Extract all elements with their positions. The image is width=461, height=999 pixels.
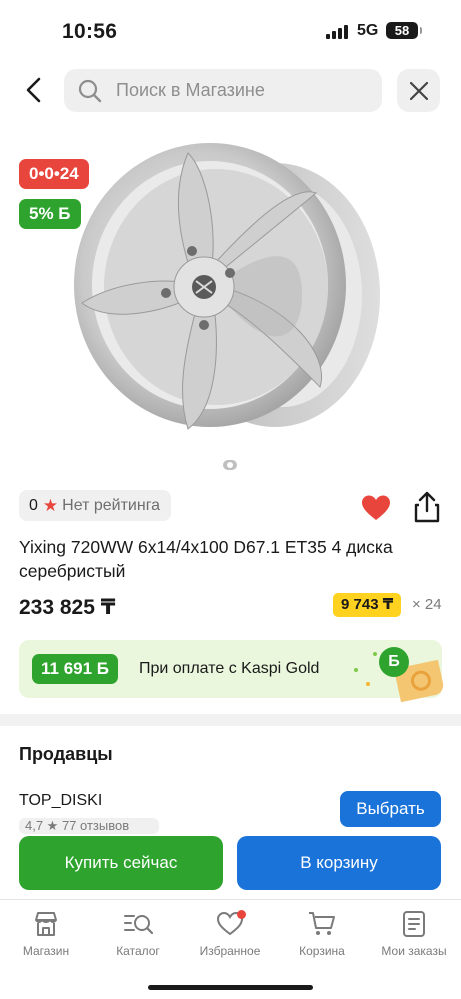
notification-dot xyxy=(237,910,246,919)
nav-item-catalog[interactable]: Каталог xyxy=(92,910,184,958)
search-icon xyxy=(78,79,102,102)
cart-icon xyxy=(309,912,335,935)
battery-icon: 58 xyxy=(386,22,422,39)
signal-icon xyxy=(326,25,348,39)
nav-label: Корзина xyxy=(299,944,345,958)
star-icon: ★ xyxy=(42,495,59,515)
orders-icon xyxy=(403,911,425,937)
store-icon xyxy=(35,912,57,936)
rating-badge[interactable]: 0 ★ Нет рейтинга xyxy=(19,490,172,521)
share-button[interactable] xyxy=(412,491,442,523)
gold-banner-text: При оплате с Kaspi Gold xyxy=(139,660,320,677)
bonus-coin-icon: Б xyxy=(379,647,409,677)
section-divider xyxy=(0,714,461,726)
nav-label: Мои заказы xyxy=(381,944,447,958)
seller-rating: 4,7 ★ 77 отзывов xyxy=(19,818,159,834)
nav-item-favorites[interactable]: Избранное xyxy=(184,910,276,958)
add-to-cart-button[interactable]: В корзину xyxy=(237,836,441,890)
bottom-nav: Магазин Каталог Избранное Корзина Мои за… xyxy=(0,899,461,999)
rating-count: 0 xyxy=(29,496,38,514)
status-time: 10:56 xyxy=(62,20,118,43)
search-placeholder: Поиск в Магазине xyxy=(116,80,265,100)
sellers-heading: Продавцы xyxy=(19,744,113,764)
favorite-button[interactable] xyxy=(361,494,391,522)
nav-item-cart[interactable]: Корзина xyxy=(276,910,368,958)
close-button[interactable] xyxy=(397,69,440,112)
heart-icon xyxy=(362,495,390,520)
nav-item-orders[interactable]: Мои заказы xyxy=(368,910,460,958)
home-indicator[interactable] xyxy=(148,985,313,990)
nav-item-store[interactable]: Магазин xyxy=(0,910,92,958)
catalog-search-icon xyxy=(124,915,154,935)
share-icon xyxy=(414,491,440,523)
close-icon xyxy=(409,81,428,100)
image-pagination[interactable] xyxy=(223,460,237,470)
select-seller-button[interactable]: Выбрать xyxy=(340,791,441,827)
confetti-icon xyxy=(373,652,377,656)
nav-label: Избранное xyxy=(199,944,261,958)
rating-label: Нет рейтинга xyxy=(62,496,161,514)
product-image-wheel[interactable] xyxy=(70,135,390,455)
buy-now-button[interactable]: Купить сейчас xyxy=(19,836,223,890)
confetti-icon xyxy=(354,668,358,672)
product-price: 233 825 ₸ xyxy=(19,596,116,619)
search-input[interactable]: Поиск в Магазине xyxy=(64,69,382,112)
monthly-payment-badge[interactable]: 9 743 ₸ xyxy=(333,593,402,617)
kaspi-gold-banner[interactable]: 11 691 Б При оплате с Kaspi Gold Б xyxy=(19,640,446,703)
installment-badge: 0•0•24 xyxy=(19,159,89,189)
seller-name[interactable]: TOP_DISKI xyxy=(19,792,102,810)
bonus-badge: 5% Б xyxy=(19,199,81,229)
confetti-icon xyxy=(366,682,370,686)
product-title: Yixing 720WW 6x14/4x100 D67.1 ET35 4 дис… xyxy=(19,537,393,581)
gold-bonus-amount: 11 691 Б xyxy=(32,654,118,684)
status-bar: 10:56 5G 58 xyxy=(0,0,461,60)
chevron-left-icon xyxy=(26,77,41,103)
nav-label: Магазин xyxy=(22,944,70,958)
back-button[interactable] xyxy=(14,70,54,110)
installment-months: × 24 xyxy=(412,596,442,613)
network-type: 5G xyxy=(357,22,379,39)
nav-label: Каталог xyxy=(116,944,160,958)
